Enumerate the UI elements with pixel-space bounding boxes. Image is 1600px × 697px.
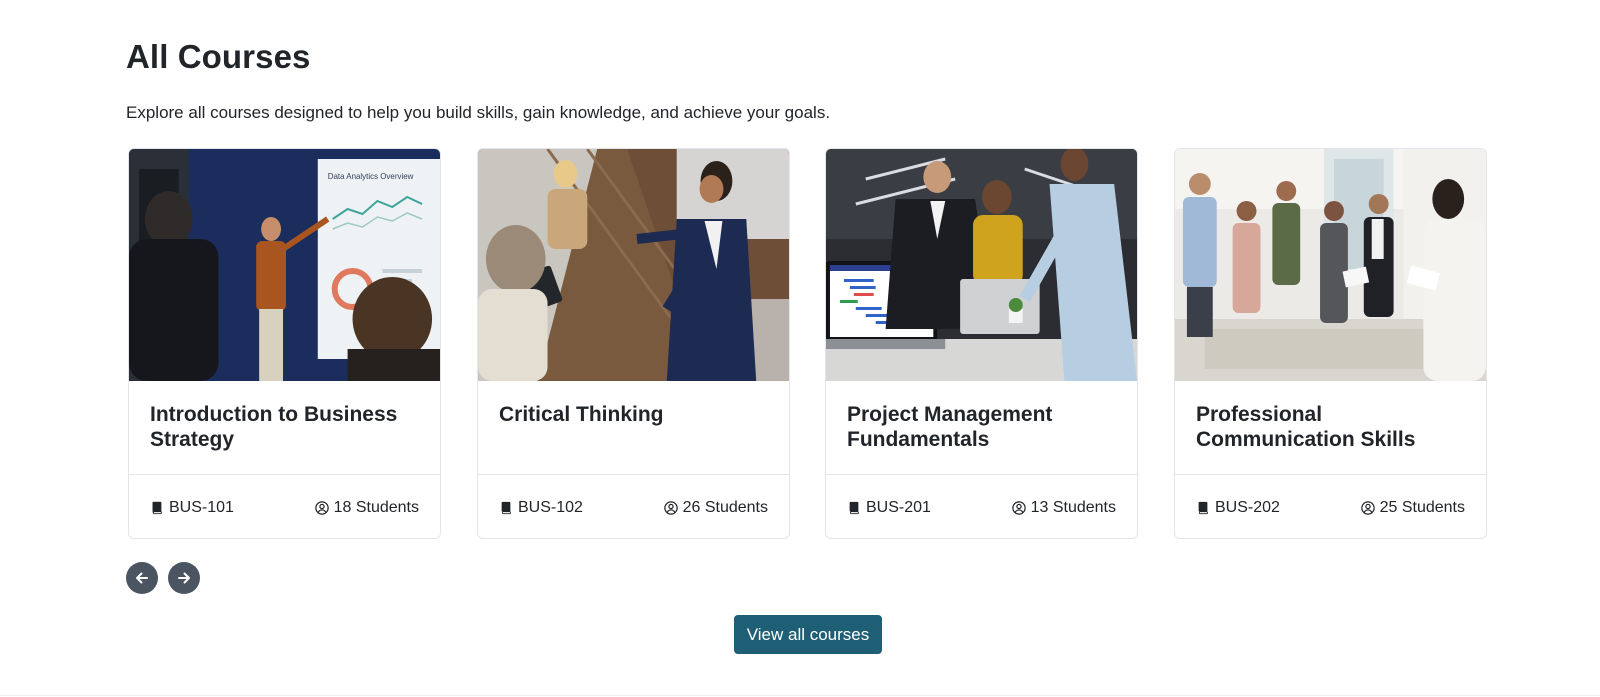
card-divider — [1175, 474, 1486, 475]
course-code-label: BUS-201 — [866, 499, 931, 516]
arrow-right-icon — [176, 570, 192, 586]
view-all-courses-button[interactable]: View all courses — [734, 615, 882, 654]
carousel-prev-button[interactable] — [126, 562, 158, 594]
course-title[interactable]: Introduction to Business Strategy — [150, 402, 422, 452]
course-code: BUS-202 — [1196, 499, 1280, 517]
card-divider — [129, 474, 440, 475]
course-meta: BUS-102 26 Students — [499, 497, 768, 519]
course-title[interactable]: Project Management Fundamentals — [847, 402, 1119, 452]
student-count: 25 Students — [1360, 499, 1465, 517]
book-icon — [150, 501, 164, 515]
student-count: 18 Students — [314, 499, 419, 517]
course-code-label: BUS-101 — [169, 499, 234, 516]
course-code-label: BUS-102 — [518, 499, 583, 516]
course-meta: BUS-101 18 Students — [150, 497, 419, 519]
course-card[interactable]: Professional Communication Skills BUS-20… — [1174, 148, 1487, 539]
course-title[interactable]: Professional Communication Skills — [1196, 402, 1468, 452]
student-count-label: 26 Students — [682, 499, 768, 516]
course-title[interactable]: Critical Thinking — [499, 402, 771, 427]
book-icon — [1196, 501, 1210, 515]
card-divider — [478, 474, 789, 475]
page-subtitle: Explore all courses designed to help you… — [126, 103, 831, 122]
course-meta: BUS-202 25 Students — [1196, 497, 1465, 519]
user-circle-icon — [1360, 501, 1375, 515]
svg-text:Data Analytics Overview: Data Analytics Overview — [328, 172, 414, 181]
course-code: BUS-101 — [150, 499, 234, 517]
user-circle-icon — [663, 501, 678, 515]
section-divider — [0, 695, 1600, 696]
course-card[interactable]: Data Analytics Overview Introduction to … — [128, 148, 441, 539]
course-image[interactable] — [826, 149, 1137, 381]
course-card[interactable]: Project Management Fundamentals BUS-201 … — [825, 148, 1138, 539]
course-image[interactable]: Data Analytics Overview — [129, 149, 440, 381]
book-icon — [847, 501, 861, 515]
student-count: 26 Students — [663, 499, 768, 517]
course-code-label: BUS-202 — [1215, 499, 1280, 516]
course-meta: BUS-201 13 Students — [847, 497, 1116, 519]
student-count-label: 13 Students — [1030, 499, 1116, 516]
course-image[interactable] — [1175, 149, 1486, 381]
card-divider — [826, 474, 1137, 475]
carousel-next-button[interactable] — [168, 562, 200, 594]
student-count: 13 Students — [1011, 499, 1116, 517]
student-count-label: 25 Students — [1379, 499, 1465, 516]
page-title: All Courses — [126, 38, 311, 75]
course-image[interactable] — [478, 149, 789, 381]
course-code: BUS-102 — [499, 499, 583, 517]
arrow-left-icon — [134, 570, 150, 586]
course-card[interactable]: Critical Thinking BUS-102 26 Students — [477, 148, 790, 539]
course-code: BUS-201 — [847, 499, 931, 517]
student-count-label: 18 Students — [333, 499, 419, 516]
user-circle-icon — [314, 501, 329, 515]
user-circle-icon — [1011, 501, 1026, 515]
book-icon — [499, 501, 513, 515]
